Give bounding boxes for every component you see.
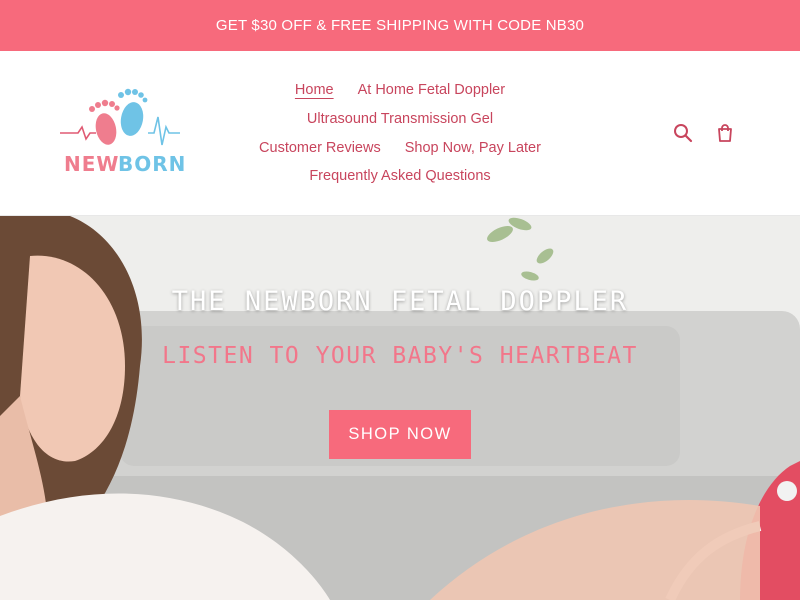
site-header: NEW BORN Home At Home Fetal Doppler Ultr… xyxy=(0,51,800,216)
nav-item-customer-reviews[interactable]: Customer Reviews xyxy=(259,140,381,156)
logo[interactable]: NEW BORN xyxy=(56,87,184,179)
hero-background-image xyxy=(0,216,800,600)
newborn-logo-icon: NEW BORN xyxy=(60,88,184,176)
hero-banner: THE NEWBORN FETAL DOPPLER LISTEN TO YOUR… xyxy=(0,216,800,600)
shop-now-button[interactable]: SHOP NOW xyxy=(329,410,471,459)
cart-button[interactable] xyxy=(714,121,736,145)
search-icon xyxy=(674,124,693,143)
svg-text:BORN: BORN xyxy=(118,152,184,176)
hero-subtitle: LISTEN TO YOUR BABY'S HEARTBEAT xyxy=(162,343,638,369)
nav-item-fetal-doppler[interactable]: At Home Fetal Doppler xyxy=(358,82,505,98)
nav-item-shop-now-pay-later[interactable]: Shop Now, Pay Later xyxy=(405,140,541,156)
search-button[interactable] xyxy=(672,121,694,145)
announcement-link[interactable]: GET $30 OFF & FREE SHIPPING WITH CODE NB… xyxy=(216,17,584,34)
main-nav: Home At Home Fetal Doppler Ultrasound Tr… xyxy=(220,76,580,191)
nav-item-transmission-gel[interactable]: Ultrasound Transmission Gel xyxy=(307,111,493,127)
nav-item-faq[interactable]: Frequently Asked Questions xyxy=(309,168,490,184)
cart-icon xyxy=(718,124,732,142)
nav-item-home[interactable]: Home xyxy=(295,82,334,98)
svg-text:NEW: NEW xyxy=(64,152,119,176)
hero-title: THE NEWBORN FETAL DOPPLER xyxy=(171,286,629,317)
announcement-bar: GET $30 OFF & FREE SHIPPING WITH CODE NB… xyxy=(0,0,800,51)
header-icons xyxy=(672,121,736,145)
